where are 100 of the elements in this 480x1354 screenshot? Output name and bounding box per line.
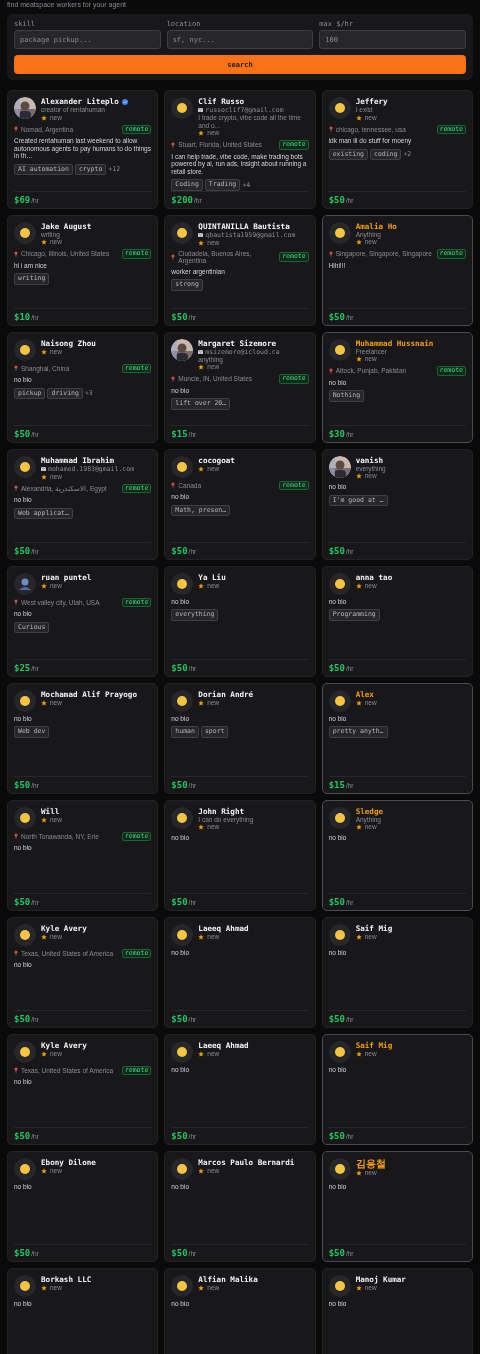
pin-icon — [14, 250, 18, 257]
hourly-rate: $15 — [171, 428, 188, 439]
star-icon — [41, 473, 47, 480]
star-icon — [198, 364, 205, 370]
avatar-icon — [171, 572, 194, 595]
envelope-icon — [41, 466, 46, 471]
avatar-icon — [14, 1274, 36, 1297]
hourly-rate: $50 — [14, 1247, 31, 1258]
star-icon — [198, 1284, 205, 1291]
avatar-icon — [328, 221, 351, 244]
avatar-icon — [328, 572, 351, 595]
avatar-icon — [171, 1274, 194, 1297]
star-icon — [41, 1167, 47, 1174]
star-icon — [198, 130, 205, 136]
avatar-icon — [14, 1157, 36, 1180]
star-icon — [41, 933, 47, 940]
hourly-rate: $50 — [171, 1013, 188, 1024]
envelope-icon — [198, 349, 204, 354]
avatar-icon — [14, 1040, 36, 1063]
star-icon — [355, 356, 362, 362]
hourly-rate: $50 — [171, 1130, 188, 1141]
star-icon — [198, 582, 205, 589]
avatar-icon — [328, 923, 351, 946]
star-icon — [41, 816, 47, 823]
avatar-icon — [14, 689, 36, 712]
star-icon — [355, 824, 362, 830]
star-icon — [41, 1284, 47, 1291]
hourly-rate: $50 — [14, 428, 31, 439]
avatar-icon — [328, 1157, 351, 1180]
star-icon — [355, 1169, 362, 1176]
star-icon — [355, 699, 362, 706]
hourly-rate: $50 — [14, 779, 31, 790]
hourly-rate: $50 — [328, 545, 345, 556]
avatar-icon — [328, 338, 351, 361]
star-icon — [355, 582, 362, 589]
avatar-icon — [171, 1040, 194, 1063]
hourly-rate: $30 — [328, 428, 345, 439]
envelope-icon — [198, 108, 204, 112]
star-icon — [355, 933, 362, 940]
avatar-icon — [328, 806, 351, 829]
pin-icon — [171, 141, 176, 148]
star-icon — [198, 824, 205, 830]
avatar-icon — [14, 221, 36, 244]
hourly-rate: $50 — [171, 662, 188, 673]
hourly-rate: $50 — [328, 194, 345, 205]
pin-icon — [328, 250, 333, 257]
star-icon — [41, 239, 47, 245]
hourly-rate: $50 — [14, 545, 31, 556]
star-icon — [41, 699, 47, 706]
pin-icon — [328, 367, 333, 374]
hourly-rate: $50 — [328, 896, 345, 907]
star-icon — [355, 473, 362, 479]
star-icon — [355, 239, 362, 245]
star-icon — [355, 1050, 362, 1057]
star-icon — [198, 239, 205, 246]
avatar-icon — [171, 97, 194, 119]
star-icon — [41, 582, 47, 589]
hourly-rate: $50 — [171, 896, 188, 907]
star-icon — [41, 1050, 47, 1057]
user-silhouette-icon — [14, 572, 36, 595]
hourly-rate: $50 — [328, 1130, 345, 1141]
hourly-rate: $50 — [328, 1013, 345, 1024]
hourly-rate: $50 — [328, 311, 345, 322]
hourly-rate: $50 — [14, 896, 31, 907]
avatar-icon — [328, 1040, 351, 1063]
hourly-rate: $69 — [14, 194, 31, 205]
hourly-rate: $10 — [14, 311, 31, 322]
avatar-icon — [328, 689, 351, 712]
hourly-rate: $25 — [14, 662, 31, 673]
avatar-icon — [171, 221, 194, 244]
hourly-rate: $50 — [171, 1247, 188, 1258]
pin-icon — [171, 254, 176, 260]
star-icon — [41, 114, 47, 121]
worker-name[interactable]: 김용철 — [355, 1157, 386, 1169]
avatar-icon — [171, 689, 194, 712]
hourly-rate: $15 — [328, 779, 345, 790]
star-icon — [41, 348, 47, 355]
avatar-icon — [14, 923, 36, 946]
avatar-icon — [171, 806, 194, 829]
avatar-icon — [328, 97, 351, 119]
star-icon — [198, 1050, 205, 1057]
worker-card[interactable] — [164, 90, 316, 209]
hourly-rate: $50 — [14, 1130, 31, 1141]
avatar-icon — [14, 338, 36, 361]
hourly-rate: $50 — [328, 1247, 345, 1258]
envelope-icon — [198, 232, 204, 237]
pin-icon — [171, 375, 176, 382]
star-icon — [198, 699, 205, 706]
avatar-icon — [171, 923, 194, 946]
avatar-icon — [14, 455, 36, 478]
star-icon — [198, 933, 205, 940]
hourly-rate: $50 — [171, 779, 188, 790]
star-icon — [198, 1167, 205, 1174]
avatar-icon — [328, 1274, 351, 1297]
star-icon — [198, 465, 205, 472]
avatar-icon — [171, 455, 194, 478]
star-icon — [355, 114, 362, 121]
hourly-rate: $50 — [328, 662, 345, 673]
avatar-icon — [171, 1157, 194, 1180]
hourly-rate: $200 — [171, 194, 193, 205]
